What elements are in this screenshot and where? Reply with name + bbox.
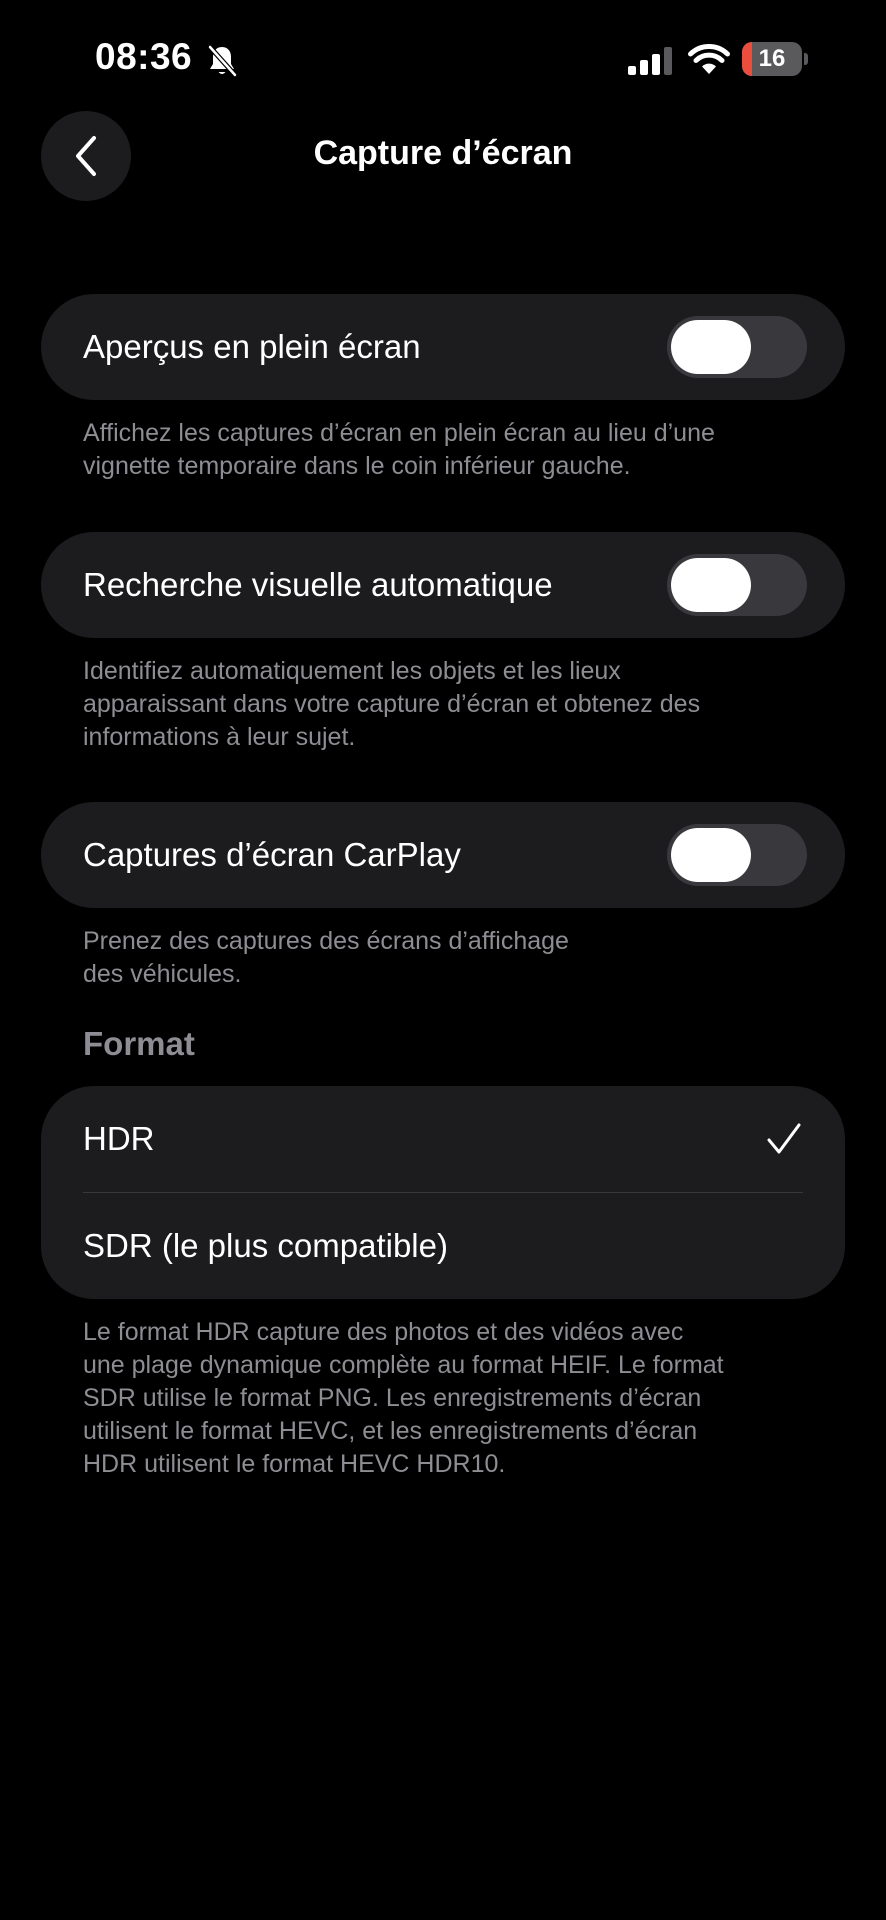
footnote-line: une plage dynamique complète au format H…: [83, 1351, 724, 1379]
carplay-screenshots-toggle[interactable]: [667, 824, 807, 886]
option-label: SDR (le plus compatible): [83, 1227, 448, 1264]
toggle-knob: [671, 828, 751, 882]
setting-row-carplay-screenshots: Captures d’écran CarPlay: [41, 802, 845, 908]
setting-card-fullscreen-previews: Aperçus en plein écran: [41, 294, 845, 400]
format-section-header: Format: [83, 1025, 195, 1062]
setting-footnote-visual-lookup: Identifiez automatiquement les objets et…: [83, 655, 813, 754]
setting-label: Recherche visuelle automatique: [83, 566, 553, 603]
footnote-line: informations à leur sujet.: [83, 723, 356, 751]
footnote-line: utilisent le format HEVC, et les enregis…: [83, 1417, 698, 1445]
footnote-line: SDR utilise le format PNG. Les enregistr…: [83, 1384, 702, 1412]
format-footnote: Le format HDR capture des photos et des …: [83, 1316, 813, 1481]
setting-label: Aperçus en plein écran: [83, 328, 421, 365]
setting-card-visual-lookup: Recherche visuelle automatique: [41, 532, 845, 638]
setting-footnote-carplay-screenshots: Prenez des captures des écrans d’afficha…: [83, 925, 813, 991]
bell-slash-icon: [206, 44, 238, 78]
footnote-line: vignette temporaire dans le coin inférie…: [83, 452, 631, 480]
page-title: Capture d’écran: [313, 134, 573, 172]
fullscreen-previews-toggle[interactable]: [667, 316, 807, 378]
option-label: HDR: [83, 1120, 155, 1157]
status-time: 08:36: [95, 36, 193, 77]
toggle-knob: [671, 558, 751, 612]
status-bar: 08:36 16: [0, 0, 886, 120]
setting-row-visual-lookup: Recherche visuelle automatique: [41, 532, 845, 638]
setting-row-fullscreen-previews: Aperçus en plein écran: [41, 294, 845, 400]
footnote-line: apparaissant dans votre capture d’écran …: [83, 690, 701, 718]
battery-cap: [804, 53, 808, 65]
cellular-signal-icon: [628, 47, 676, 75]
format-option-hdr[interactable]: HDR: [41, 1086, 845, 1192]
wifi-icon: [688, 42, 730, 76]
visual-lookup-toggle[interactable]: [667, 554, 807, 616]
battery-body: 16: [742, 42, 802, 76]
battery-icon: 16: [742, 42, 808, 76]
setting-label: Captures d’écran CarPlay: [83, 836, 461, 873]
format-option-sdr[interactable]: SDR (le plus compatible): [41, 1193, 845, 1299]
footnote-line: Identifiez automatiquement les objets et…: [83, 657, 621, 685]
footnote-line: Prenez des captures des écrans d’afficha…: [83, 927, 569, 955]
format-options-card: HDR SDR (le plus compatible): [41, 1086, 845, 1299]
footnote-line: HDR utilisent le format HEVC HDR10.: [83, 1450, 506, 1478]
footnote-line: des véhicules.: [83, 960, 242, 988]
toggle-knob: [671, 320, 751, 374]
setting-card-carplay-screenshots: Captures d’écran CarPlay: [41, 802, 845, 908]
footnote-line: Affichez les captures d’écran en plein é…: [83, 419, 715, 447]
checkmark-icon: [767, 1123, 801, 1154]
setting-footnote-fullscreen-previews: Affichez les captures d’écran en plein é…: [83, 417, 813, 483]
battery-level: 16: [758, 45, 786, 72]
footnote-line: Le format HDR capture des photos et des …: [83, 1318, 684, 1346]
